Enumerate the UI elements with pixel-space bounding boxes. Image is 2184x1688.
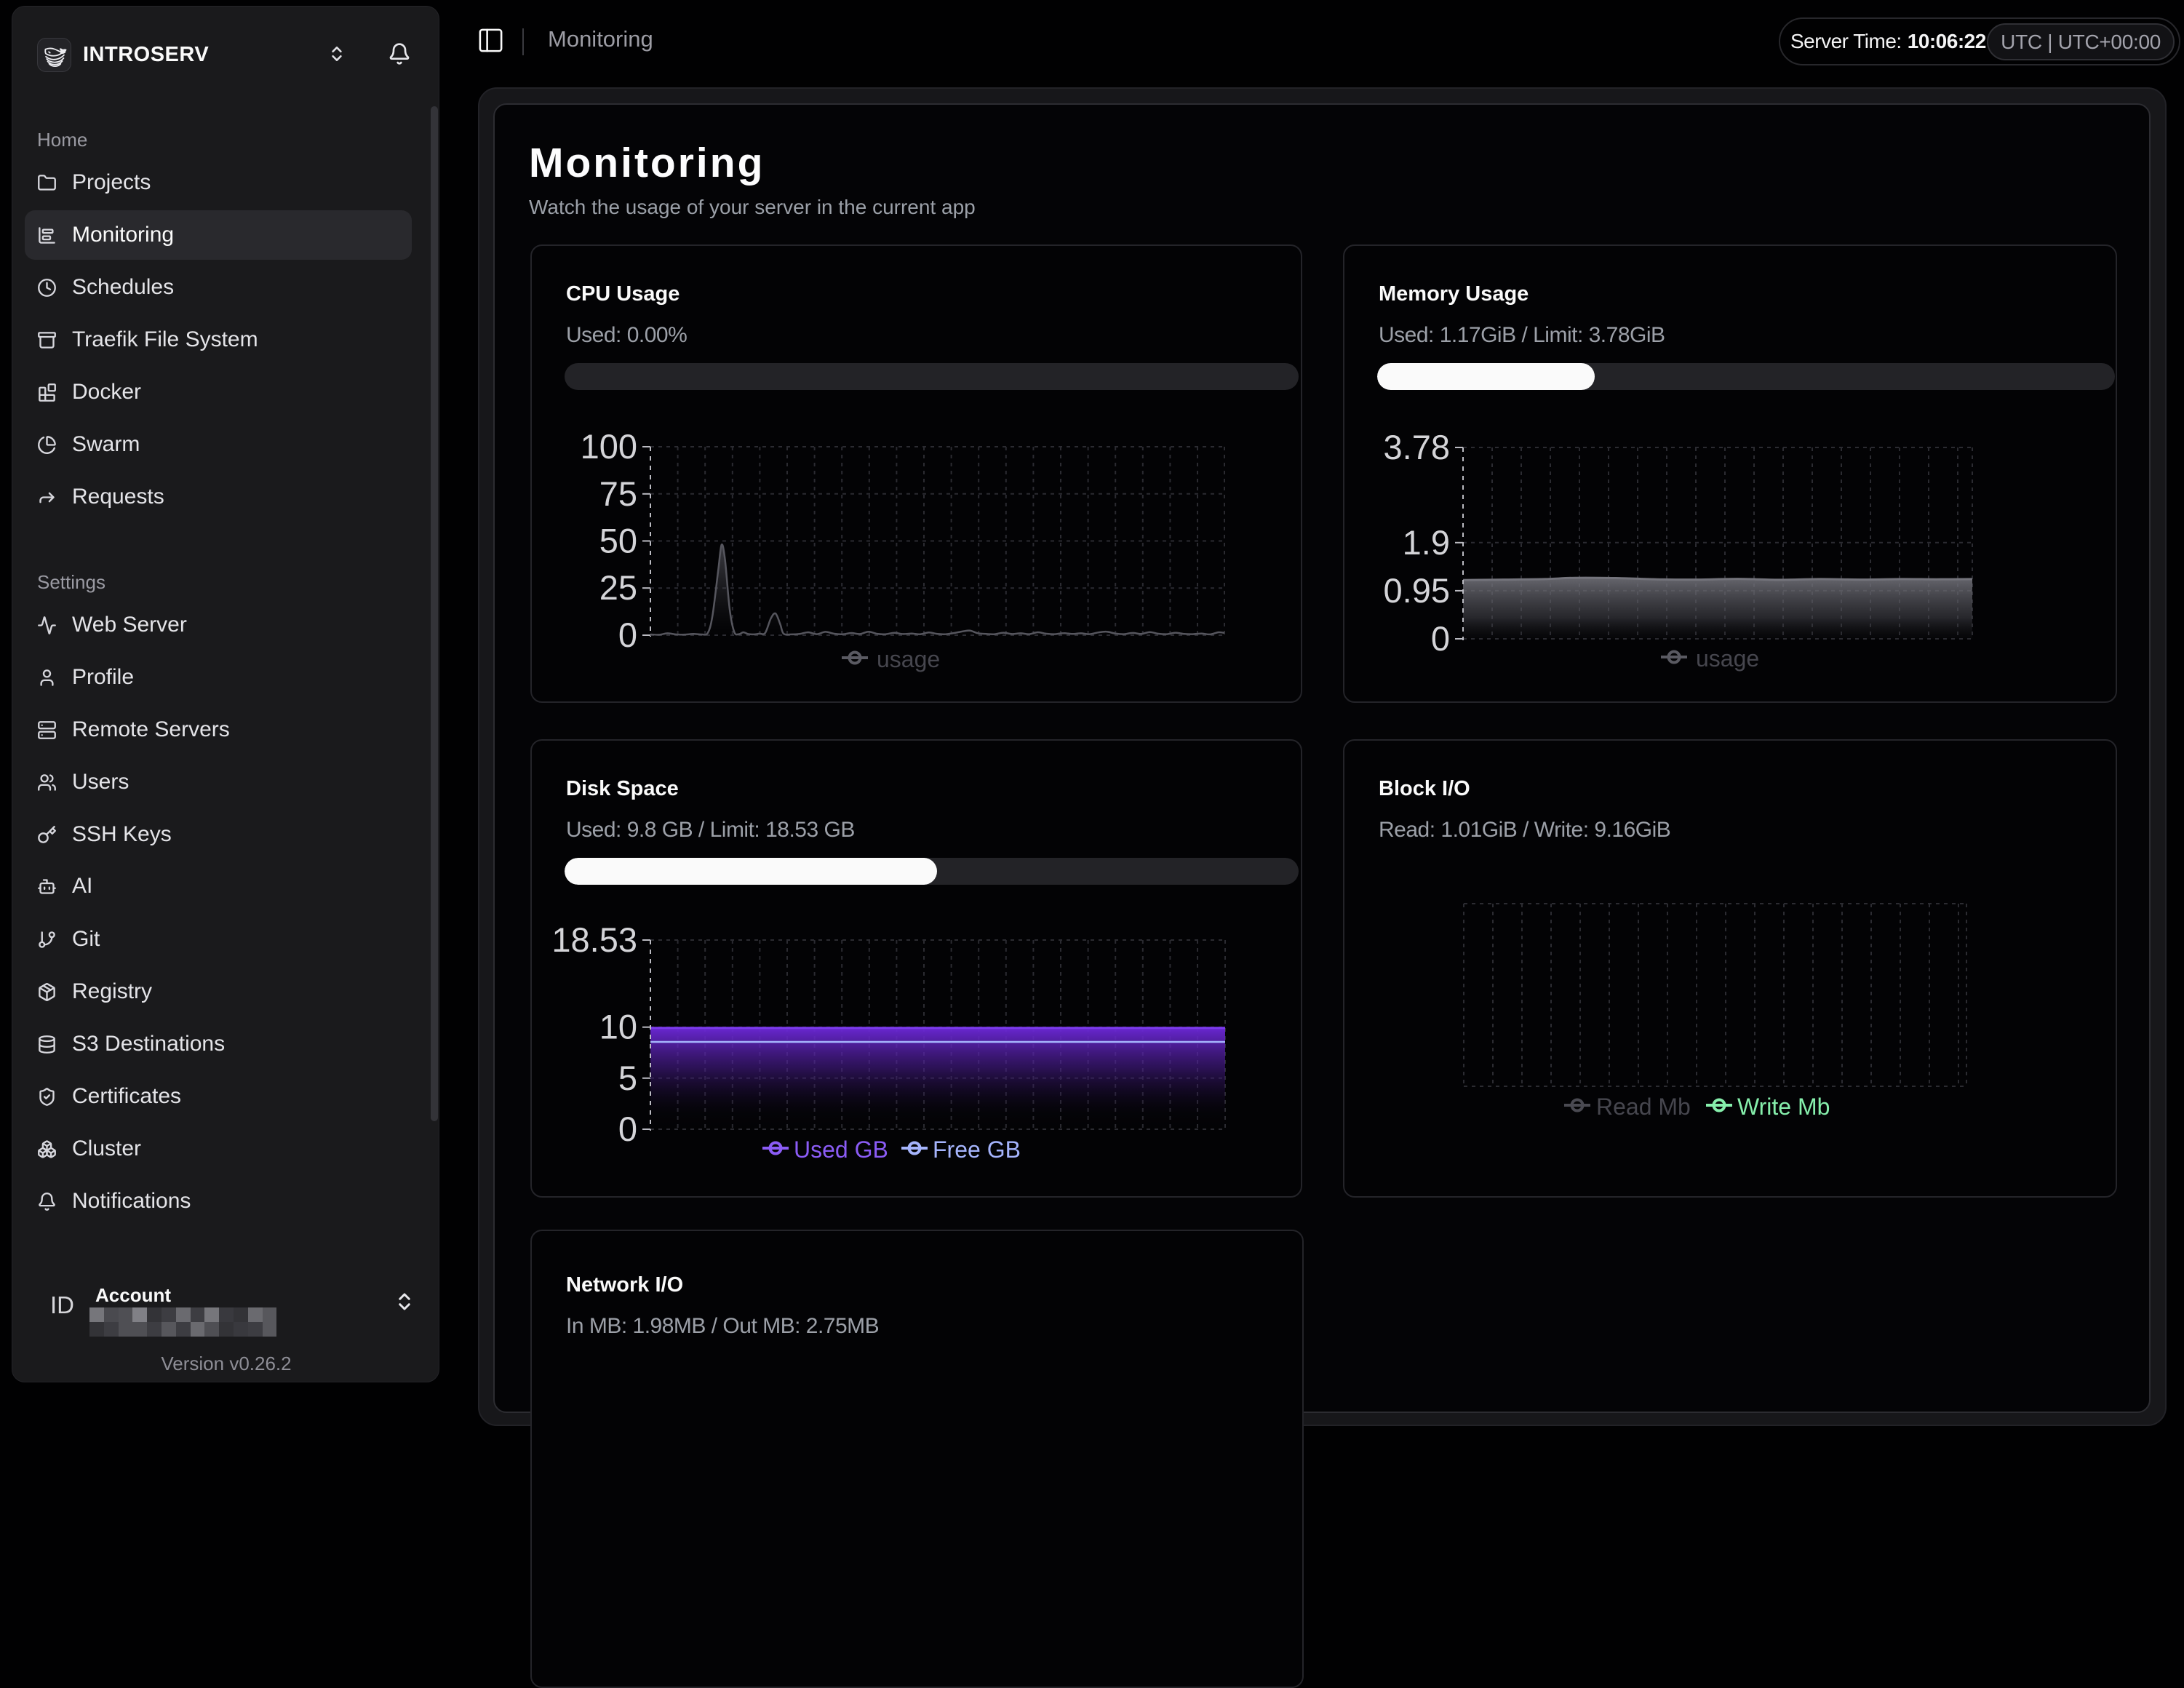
svg-text:0: 0 xyxy=(1431,619,1450,658)
svg-text:50: 50 xyxy=(599,522,637,560)
svg-text:0.95: 0.95 xyxy=(1384,571,1450,610)
svg-text:75: 75 xyxy=(599,474,637,513)
svg-text:3.78: 3.78 xyxy=(1384,428,1450,466)
svg-text:usage: usage xyxy=(877,646,940,672)
svg-text:Write Mb: Write Mb xyxy=(1737,1094,1830,1120)
svg-text:10: 10 xyxy=(599,1008,637,1046)
svg-text:Used GB: Used GB xyxy=(794,1136,888,1163)
svg-text:0: 0 xyxy=(618,1110,637,1148)
svg-text:5: 5 xyxy=(618,1059,637,1097)
svg-text:100: 100 xyxy=(581,427,637,466)
svg-text:18.53: 18.53 xyxy=(551,920,637,959)
svg-text:0: 0 xyxy=(618,616,637,654)
svg-text:usage: usage xyxy=(1696,645,1759,672)
svg-text:1.9: 1.9 xyxy=(1403,523,1450,562)
svg-text:Free GB: Free GB xyxy=(933,1136,1021,1163)
svg-text:Read Mb: Read Mb xyxy=(1596,1094,1691,1120)
svg-text:25: 25 xyxy=(599,568,637,607)
